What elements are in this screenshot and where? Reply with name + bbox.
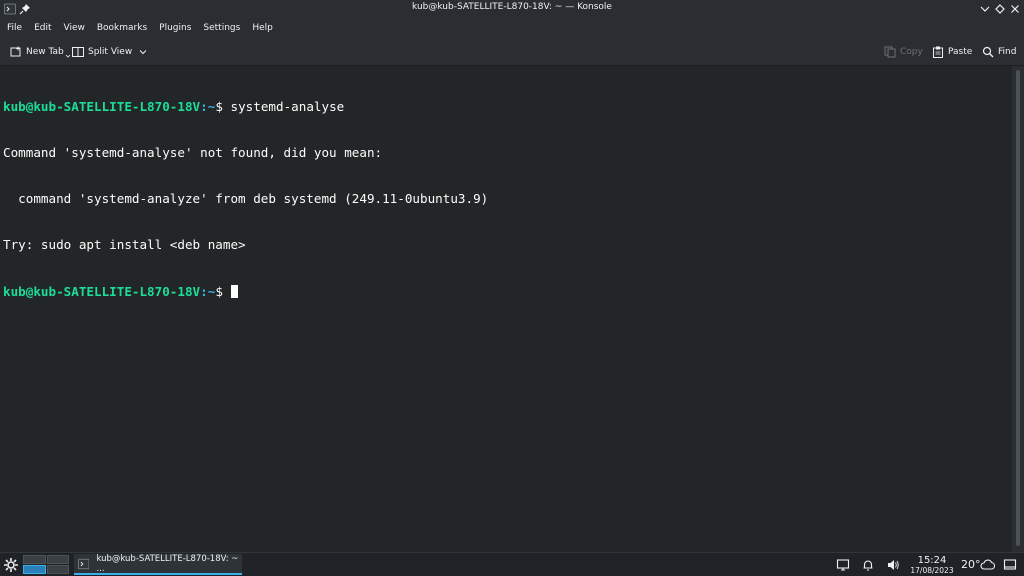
taskbar-konsole-task[interactable]: kub@kub-SATELLITE-L870-18V: ~ ... bbox=[74, 554, 242, 575]
terminal-scrollbar[interactable] bbox=[1012, 66, 1024, 552]
find-button[interactable]: Find bbox=[982, 44, 1016, 60]
prompt-symbol: $ bbox=[215, 98, 231, 114]
minimize-icon[interactable] bbox=[979, 3, 991, 15]
copy-button[interactable]: Copy bbox=[884, 44, 923, 60]
prompt-separator: : bbox=[200, 283, 208, 299]
notifications-bell-icon[interactable] bbox=[861, 558, 875, 572]
prompt-user: kub@kub-SATELLITE-L870-18V bbox=[3, 98, 201, 114]
toolbar: New Tab Split View Copy Paste Find bbox=[0, 38, 1024, 66]
digital-clock[interactable]: 15:24 17/08/2023 bbox=[906, 555, 958, 575]
new-tab-icon bbox=[10, 46, 21, 57]
show-desktop-icon[interactable] bbox=[1003, 558, 1017, 572]
desktop-3[interactable] bbox=[23, 565, 46, 574]
display-icon[interactable] bbox=[836, 558, 850, 572]
menu-settings[interactable]: Settings bbox=[198, 18, 245, 38]
close-icon[interactable] bbox=[1009, 3, 1021, 15]
menu-bar: File Edit View Bookmarks Plugins Setting… bbox=[0, 18, 1024, 38]
split-view-icon bbox=[72, 47, 84, 57]
prompt-symbol: $ bbox=[215, 283, 231, 299]
menu-help[interactable]: Help bbox=[247, 18, 278, 38]
terminal-output-line: Try: sudo apt install <deb name> bbox=[3, 237, 246, 253]
find-label: Find bbox=[998, 47, 1017, 57]
maximize-icon[interactable] bbox=[994, 3, 1006, 15]
terminal-output-line: Command 'systemd-analyse' not found, did… bbox=[3, 145, 383, 161]
menu-edit[interactable]: Edit bbox=[29, 18, 56, 38]
chevron-down-icon bbox=[65, 54, 71, 58]
clock-time: 15:24 bbox=[917, 555, 947, 566]
split-view-label: Split View bbox=[88, 47, 133, 57]
cloud-weather-icon[interactable] bbox=[980, 558, 996, 572]
terminal-line: kub@kub-SATELLITE-L870-18V:~$ bbox=[3, 284, 1012, 299]
menu-view[interactable]: View bbox=[59, 18, 90, 38]
new-tab-label: New Tab bbox=[26, 47, 64, 57]
konsole-task-icon bbox=[78, 558, 90, 569]
task-label: kub@kub-SATELLITE-L870-18V: ~ ... bbox=[96, 553, 239, 574]
menu-file[interactable]: File bbox=[2, 18, 27, 38]
desktop-1[interactable] bbox=[23, 555, 46, 564]
paste-label: Paste bbox=[948, 47, 973, 57]
title-bar[interactable]: kub@kub-SATELLITE-L870-18V: ~ — Konsole bbox=[0, 0, 1024, 18]
scrollbar-thumb[interactable] bbox=[1016, 70, 1020, 546]
command-text: systemd-analyse bbox=[230, 98, 345, 114]
window-title: kub@kub-SATELLITE-L870-18V: ~ — Konsole bbox=[412, 2, 612, 12]
split-view-button[interactable]: Split View bbox=[72, 44, 152, 60]
menu-bookmarks[interactable]: Bookmarks bbox=[92, 18, 152, 38]
text-cursor bbox=[230, 284, 238, 298]
copy-label: Copy bbox=[900, 47, 923, 57]
terminal-line: kub@kub-SATELLITE-L870-18V:~$ systemd-an… bbox=[3, 99, 1012, 114]
volume-icon[interactable] bbox=[886, 558, 900, 572]
prompt-separator: : bbox=[200, 98, 208, 114]
prompt-user: kub@kub-SATELLITE-L870-18V bbox=[3, 283, 201, 299]
terminal-view[interactable]: kub@kub-SATELLITE-L870-18V:~$ systemd-an… bbox=[0, 66, 1012, 552]
new-tab-button[interactable]: New Tab bbox=[10, 44, 71, 60]
copy-icon bbox=[884, 46, 896, 58]
desktop-4[interactable] bbox=[46, 565, 69, 574]
application-launcher-icon[interactable] bbox=[3, 557, 19, 573]
paste-button[interactable]: Paste bbox=[932, 44, 972, 60]
konsole-window: kub@kub-SATELLITE-L870-18V: ~ — Konsole … bbox=[0, 0, 1024, 552]
clock-date: 17/08/2023 bbox=[910, 566, 954, 575]
weather-temperature[interactable]: 20° bbox=[961, 558, 981, 571]
terminal-output-line: command 'systemd-analyze' from deb syste… bbox=[3, 191, 489, 207]
search-icon bbox=[982, 46, 994, 58]
taskbar: kub@kub-SATELLITE-L870-18V: ~ ... 15:24 … bbox=[0, 552, 1024, 576]
menu-plugins[interactable]: Plugins bbox=[154, 18, 196, 38]
desktop-2[interactable] bbox=[46, 555, 69, 564]
paste-icon bbox=[933, 46, 943, 58]
virtual-desktop-pager[interactable] bbox=[23, 555, 69, 574]
chevron-down-icon bbox=[139, 50, 147, 55]
